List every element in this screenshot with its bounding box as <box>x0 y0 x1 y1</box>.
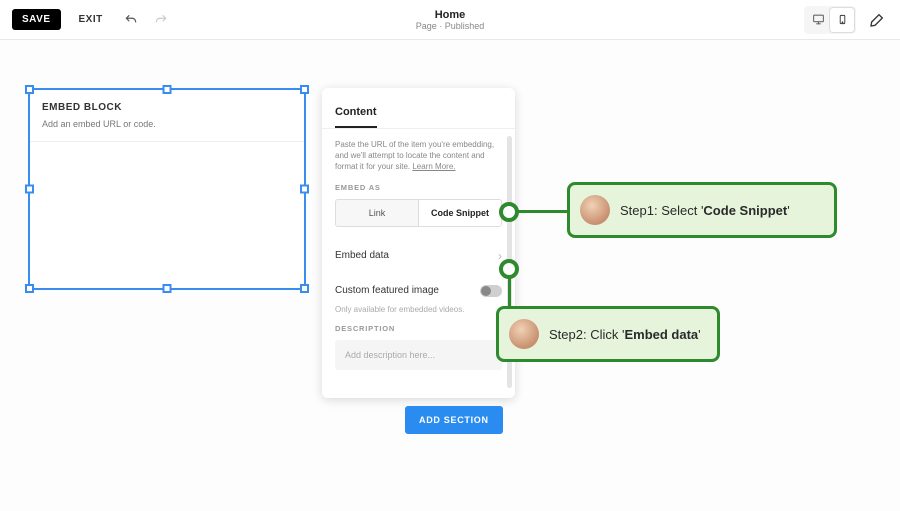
callout-step1-text: Step1: Select 'Code Snippet' <box>620 203 790 218</box>
resize-handle[interactable] <box>25 185 34 194</box>
embed-block-hint: Add an embed URL or code. <box>42 119 292 129</box>
embed-as-label: EMBED AS <box>335 183 502 192</box>
embed-block-title: EMBED BLOCK <box>42 102 292 113</box>
avatar <box>580 195 610 225</box>
page-title: Home <box>416 9 485 21</box>
seg-option-link[interactable]: Link <box>336 200 418 226</box>
callout-step1: Step1: Select 'Code Snippet' <box>567 182 837 238</box>
chevron-right-icon: › <box>498 249 502 263</box>
callout-step2: Step2: Click 'Embed data' <box>496 306 720 362</box>
embed-as-segmented: Link Code Snippet <box>335 199 502 227</box>
mobile-icon[interactable] <box>830 8 854 32</box>
embed-data-row[interactable]: Embed data › <box>335 243 502 269</box>
annotation-pin <box>499 202 519 222</box>
resize-handle[interactable] <box>300 85 309 94</box>
seg-option-code-snippet[interactable]: Code Snippet <box>418 200 501 226</box>
redo-icon <box>151 10 171 30</box>
resize-handle[interactable] <box>25 85 34 94</box>
embed-block[interactable]: EMBED BLOCK Add an embed URL or code. <box>28 88 306 290</box>
callout-step2-text: Step2: Click 'Embed data' <box>549 327 701 342</box>
breadcrumb: Home Page · Published <box>416 9 485 31</box>
desktop-icon[interactable] <box>806 8 830 32</box>
resize-handle[interactable] <box>300 185 309 194</box>
resize-handle[interactable] <box>25 284 34 293</box>
avatar <box>509 319 539 349</box>
resize-handle[interactable] <box>163 284 172 293</box>
undo-icon[interactable] <box>121 10 141 30</box>
panel-tab-content[interactable]: Content <box>335 106 377 128</box>
resize-handle[interactable] <box>163 85 172 94</box>
device-switcher <box>804 6 856 34</box>
brush-icon[interactable] <box>866 9 888 31</box>
top-toolbar: SAVE EXIT Home Page · Published <box>0 0 900 40</box>
exit-button[interactable]: EXIT <box>71 9 111 30</box>
save-button[interactable]: SAVE <box>12 9 61 30</box>
page-subtitle: Page · Published <box>416 21 485 31</box>
annotation-pin <box>499 259 519 279</box>
content-panel: Content Paste the URL of the item you're… <box>322 88 515 398</box>
featured-image-label: Custom featured image <box>335 285 439 296</box>
featured-image-sub: Only available for embedded videos. <box>335 305 502 314</box>
featured-image-toggle[interactable] <box>480 285 502 297</box>
learn-more-link[interactable]: Learn More. <box>412 162 455 171</box>
editor-canvas: EMBED BLOCK Add an embed URL or code. Co… <box>0 40 900 511</box>
resize-handle[interactable] <box>300 284 309 293</box>
annotation-connector <box>518 210 570 213</box>
embed-data-label: Embed data <box>335 250 389 261</box>
add-section-button[interactable]: ADD SECTION <box>405 406 503 434</box>
custom-featured-image-row: Custom featured image <box>335 279 502 303</box>
panel-intro: Paste the URL of the item you're embeddi… <box>335 139 502 173</box>
description-label: DESCRIPTION <box>335 324 502 333</box>
description-input[interactable]: Add description here... <box>335 340 502 370</box>
